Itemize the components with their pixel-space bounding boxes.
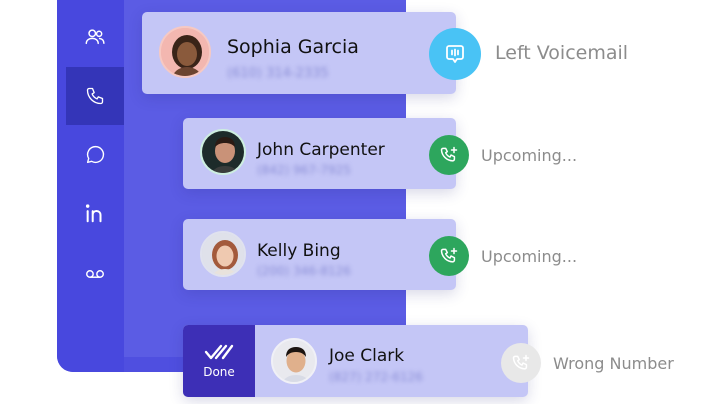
voicemail-message-icon (446, 45, 464, 63)
call-card-kelly-bing[interactable]: Kelly Bing (200) 346-8126 (183, 219, 456, 290)
users-icon (85, 29, 105, 45)
status-icon-voicemail (429, 28, 481, 80)
done-button[interactable]: Done (183, 325, 255, 397)
avatar (200, 129, 246, 175)
status-text: Left Voicemail (495, 42, 629, 64)
contact-phone: (200) 346-8126 (257, 264, 351, 278)
contact-name: Kelly Bing (257, 241, 341, 261)
phone-add-icon (440, 247, 458, 263)
status-text: Wrong Number (553, 354, 674, 373)
status-icon-upcoming (429, 135, 469, 175)
contact-name: Joe Clark (329, 346, 405, 366)
sidebar-item-calls[interactable] (66, 67, 124, 125)
contact-phone: (827) 272-6126 (329, 370, 423, 384)
double-check-icon (204, 344, 234, 360)
phone-add-icon (512, 354, 530, 370)
call-card-john-carpenter[interactable]: John Carpenter (842) 967-7925 (183, 118, 456, 189)
sidebar-item-messages[interactable] (66, 125, 124, 183)
status-text: Upcoming... (481, 146, 578, 165)
sidebar-item-contacts[interactable] (66, 8, 124, 66)
done-label: Done (203, 365, 235, 379)
contact-name: John Carpenter (257, 140, 385, 160)
avatar (159, 26, 211, 78)
linkedin-icon (85, 204, 102, 223)
status-icon-upcoming (429, 236, 469, 276)
sidebar-item-voicemail[interactable] (66, 245, 124, 303)
contact-phone: (610) 314-2335 (227, 66, 329, 81)
avatar (200, 231, 246, 277)
phone-icon (86, 87, 104, 105)
status-icon-wrong-number (501, 343, 541, 383)
contact-phone: (842) 967-7925 (257, 163, 351, 177)
voicemail-icon (86, 270, 104, 278)
phone-add-icon (440, 146, 458, 162)
call-card-sophia-garcia[interactable]: Sophia Garcia (610) 314-2335 (142, 12, 456, 94)
status-text: Upcoming... (481, 247, 578, 266)
sidebar-item-linkedin[interactable] (66, 184, 124, 242)
contact-name: Sophia Garcia (227, 36, 359, 58)
chat-bubble-icon (86, 145, 104, 163)
avatar (271, 338, 317, 384)
